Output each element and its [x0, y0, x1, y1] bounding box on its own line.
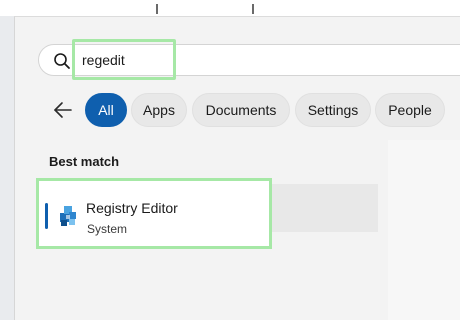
back-arrow-icon[interactable] — [52, 99, 74, 121]
best-match-result[interactable]: Registry Editor System — [36, 178, 272, 249]
best-match-heading: Best match — [49, 154, 120, 169]
filter-chip-documents[interactable]: Documents — [192, 93, 290, 127]
search-icon — [54, 53, 70, 69]
selection-indicator — [45, 203, 48, 229]
filter-chip-all[interactable]: All — [85, 93, 127, 127]
search-input[interactable]: regedit — [82, 52, 125, 68]
filter-chip-people[interactable]: People — [375, 93, 445, 127]
result-subtitle: System — [87, 222, 128, 236]
result-title: Registry Editor — [86, 200, 178, 216]
top-strip — [0, 0, 460, 16]
preview-pane — [388, 140, 460, 320]
filter-chip-settings[interactable]: Settings — [295, 93, 371, 127]
registry-editor-icon — [60, 206, 76, 226]
top-divider-mark — [156, 4, 158, 14]
top-divider-mark — [252, 4, 254, 14]
filter-chip-apps[interactable]: Apps — [131, 93, 187, 127]
